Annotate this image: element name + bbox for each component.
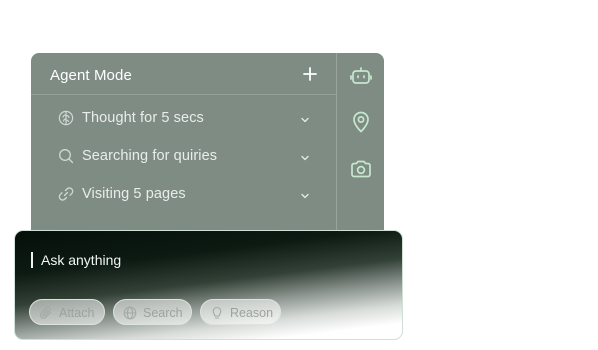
camera-icon[interactable] bbox=[349, 157, 373, 181]
reason-button[interactable]: Reason bbox=[200, 299, 281, 325]
brain-icon bbox=[58, 110, 74, 126]
attach-button[interactable]: Attach bbox=[29, 299, 105, 325]
new-agent-button[interactable] bbox=[299, 63, 321, 85]
search-icon bbox=[58, 148, 74, 164]
text-caret bbox=[31, 252, 33, 268]
link-icon bbox=[58, 186, 74, 202]
search-button[interactable]: Search bbox=[113, 299, 192, 325]
step-label: Thought for 5 secs bbox=[82, 110, 204, 126]
paperclip-icon bbox=[39, 306, 52, 319]
chip-label: Search bbox=[143, 306, 183, 320]
lightbulb-icon bbox=[212, 306, 222, 319]
location-pin-icon[interactable] bbox=[349, 110, 373, 134]
step-label: Visiting 5 pages bbox=[82, 186, 186, 202]
chip-label: Attach bbox=[59, 306, 95, 320]
prompt-placeholder: Ask anything bbox=[41, 252, 122, 268]
prompt-input[interactable]: Ask anything bbox=[31, 251, 371, 271]
step-visiting[interactable]: Visiting 5 pages bbox=[55, 179, 315, 209]
chevron-down-icon[interactable] bbox=[299, 189, 311, 201]
step-searching[interactable]: Searching for quiries bbox=[55, 141, 315, 171]
composer: Ask anything Attach Search Reason bbox=[14, 230, 403, 340]
agent-mode-header: Agent Mode bbox=[31, 53, 336, 95]
globe-icon bbox=[123, 306, 137, 320]
chevron-down-icon[interactable] bbox=[299, 151, 311, 163]
step-thought[interactable]: Thought for 5 secs bbox=[55, 103, 315, 133]
plus-icon bbox=[303, 67, 317, 81]
agent-mode-panel: Agent Mode Thought for 5 secs Searching … bbox=[31, 53, 384, 243]
chevron-down-icon[interactable] bbox=[299, 113, 311, 125]
agent-mode-title: Agent Mode bbox=[50, 67, 132, 84]
step-label: Searching for quiries bbox=[82, 148, 218, 164]
chip-label: Reason bbox=[230, 306, 274, 320]
side-tool-rail bbox=[336, 53, 384, 243]
robot-icon[interactable] bbox=[349, 64, 373, 88]
